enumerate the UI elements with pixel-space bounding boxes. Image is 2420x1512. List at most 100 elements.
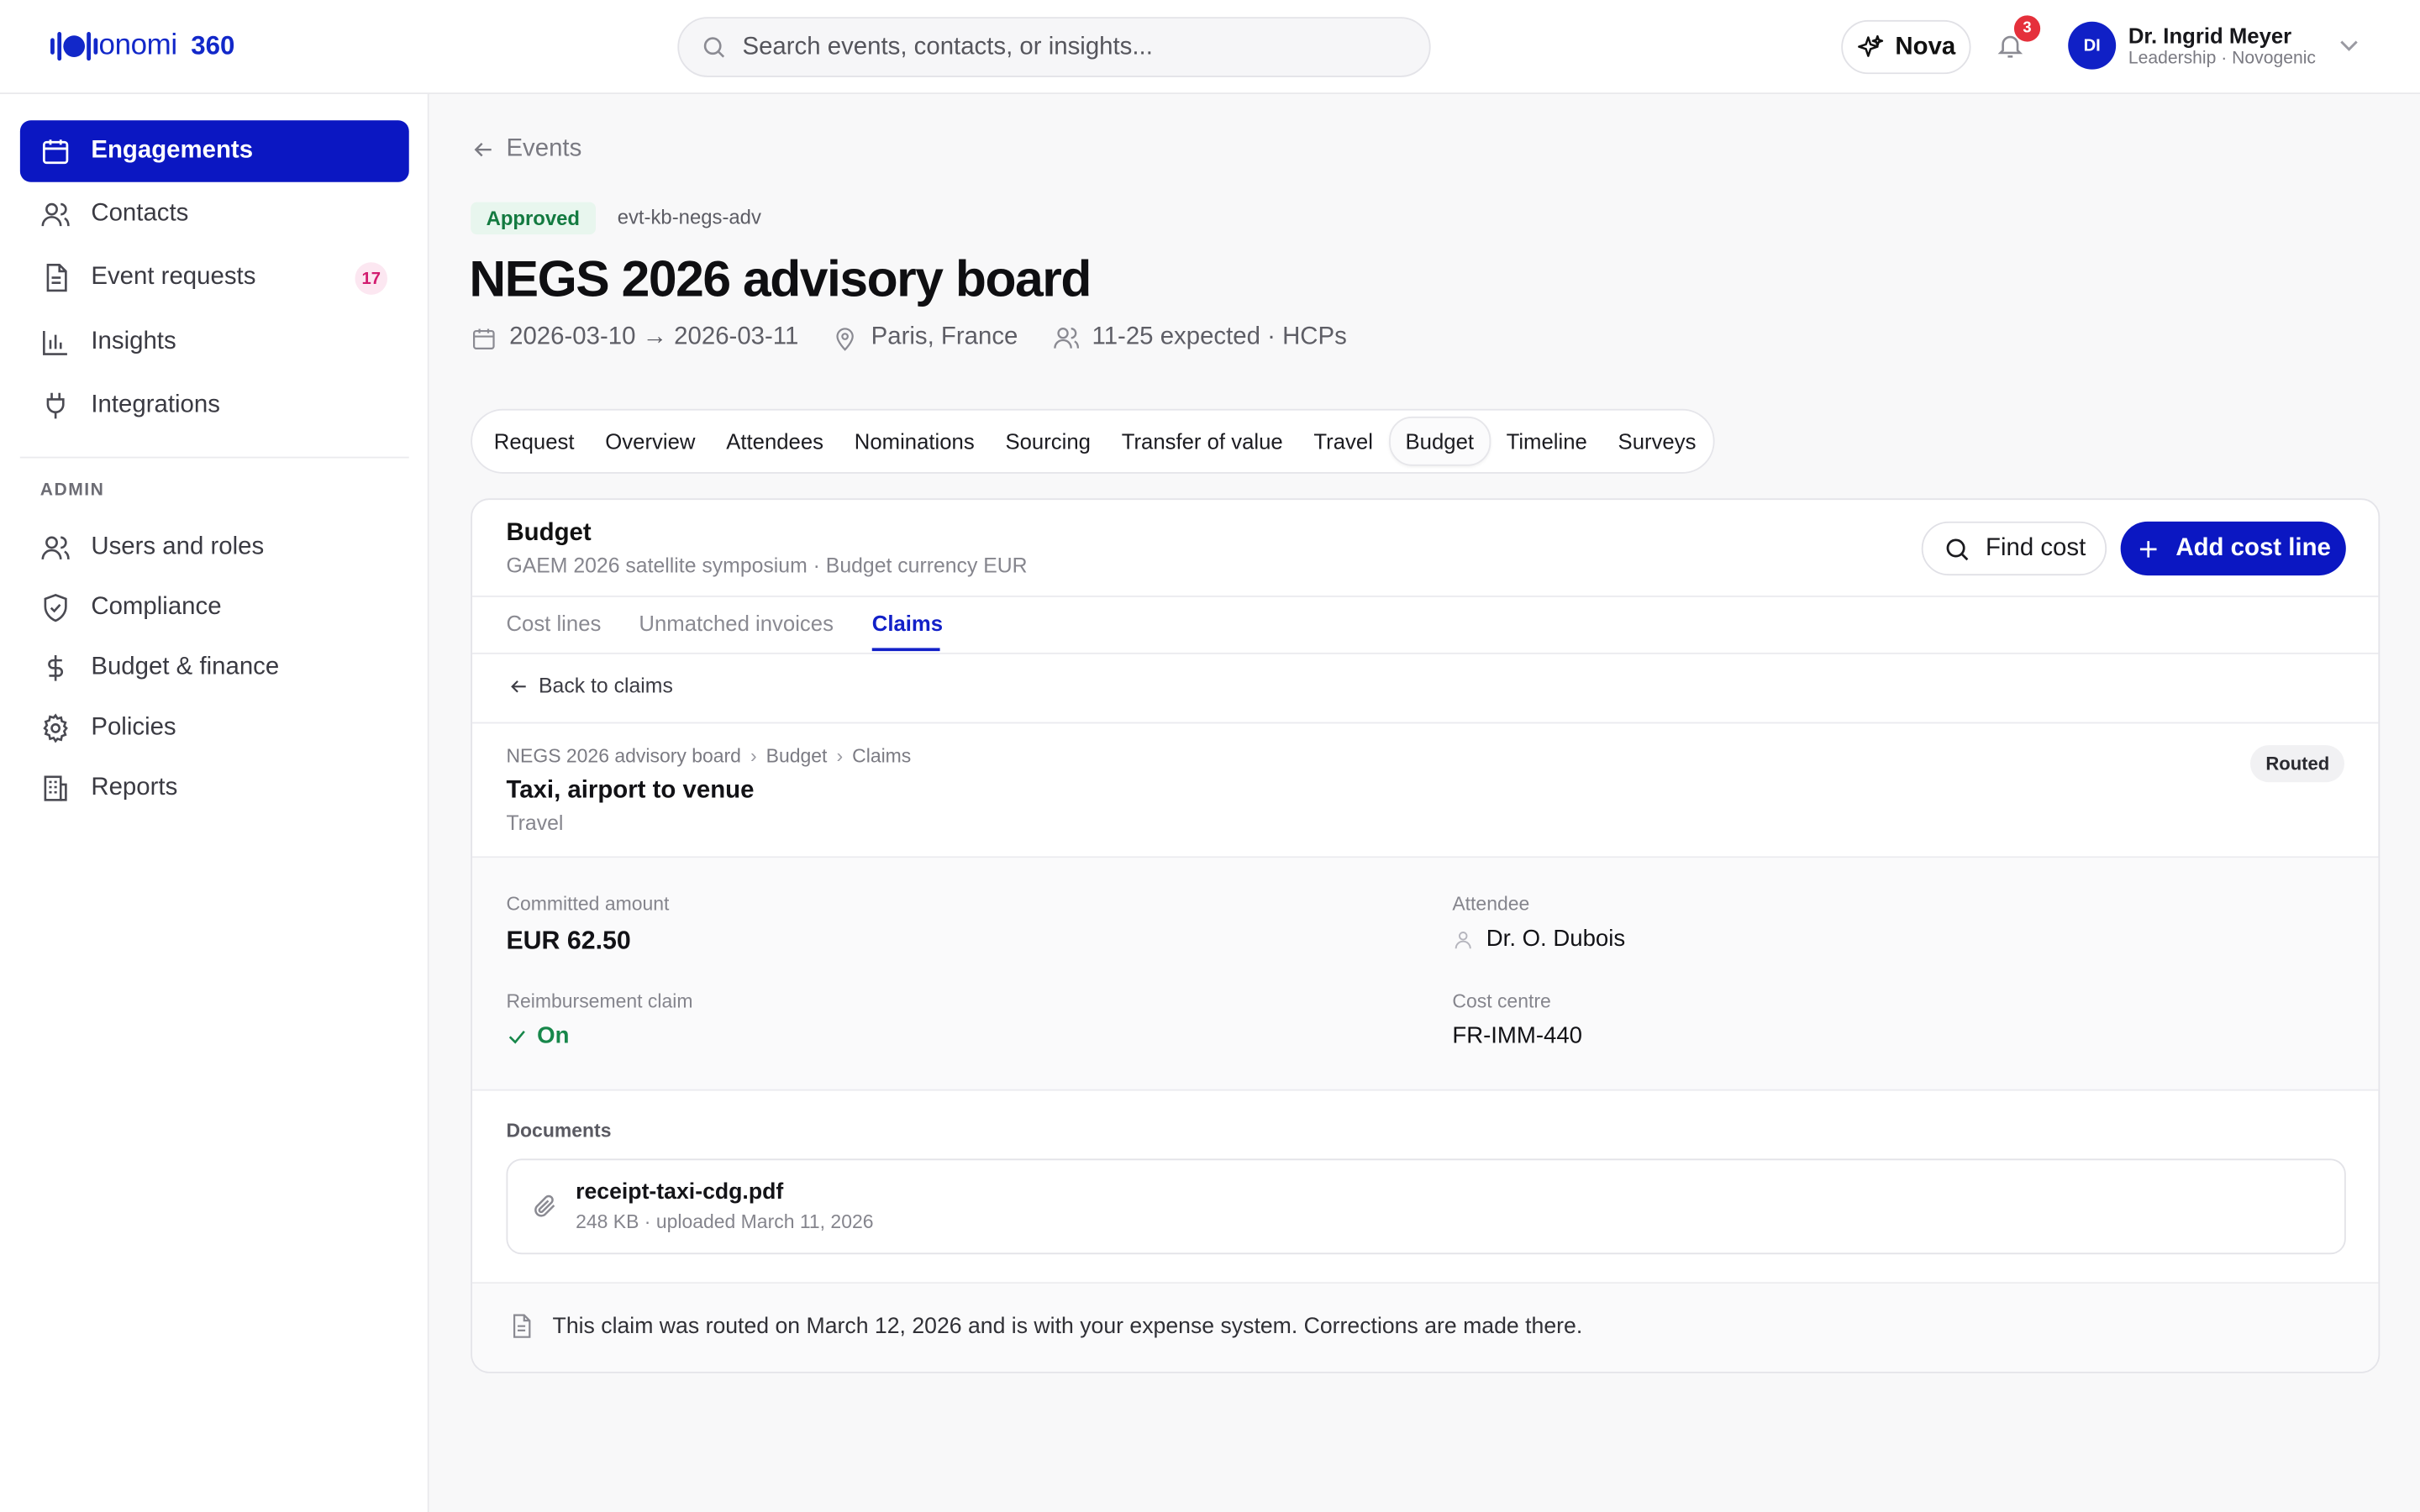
search-input[interactable] <box>742 33 1391 61</box>
notification-count-badge: 3 <box>2013 15 2041 42</box>
claim-category: Travel <box>506 811 564 835</box>
attendee-field[interactable]: Dr. O. Dubois <box>1452 926 1625 952</box>
sidebar-item-compliance[interactable]: Compliance <box>20 577 409 638</box>
documents-label: Documents <box>506 1120 612 1142</box>
breadcrumb-claims[interactable]: Claims <box>852 745 911 767</box>
add-cost-line-label: Add cost line <box>2175 534 2331 561</box>
reimbursement-claim-label: Reimbursement claim <box>506 990 693 1012</box>
logo-mark-icon <box>50 32 98 61</box>
reimbursement-claim-value: On <box>506 1023 569 1049</box>
subtab-unmatched-invoices[interactable]: Unmatched invoices <box>639 611 834 635</box>
breadcrumb-budget[interactable]: Budget <box>766 745 828 767</box>
back-to-events-link[interactable]: Events <box>471 136 581 164</box>
committed-amount-label: Committed amount <box>506 893 670 916</box>
breadcrumb: NEGS 2026 advisory board › Budget › Clai… <box>506 745 911 767</box>
chevron-right-icon: › <box>750 745 757 767</box>
search-icon <box>703 37 725 58</box>
find-cost-button[interactable]: Find cost <box>1921 521 2107 576</box>
sidebar-item-contacts[interactable]: Contacts <box>20 184 409 245</box>
event-dates: 2026-03-10 → 2026-03-11 <box>471 324 798 352</box>
event-meta: 2026-03-10 → 2026-03-11 Paris, France 11… <box>471 324 1381 352</box>
chevron-down-icon <box>2340 40 2358 51</box>
document-icon <box>46 264 67 292</box>
user-role: Leadership · Novogenic <box>2128 49 2316 68</box>
user-menu-chevron[interactable] <box>2338 37 2360 55</box>
tab-nominations[interactable]: Nominations <box>839 418 990 465</box>
breadcrumb-event[interactable]: NEGS 2026 advisory board <box>506 745 740 767</box>
tab-sourcing[interactable]: Sourcing <box>990 418 1106 465</box>
sidebar-item-users-and-roles[interactable]: Users and roles <box>20 517 409 578</box>
event-tabs: Request Overview Attendees Nominations S… <box>471 408 1715 474</box>
subtab-cost-lines[interactable]: Cost lines <box>506 611 601 635</box>
app-logo[interactable]: onomi 360 <box>50 26 235 66</box>
page-title: NEGS 2026 advisory board <box>469 249 1092 307</box>
tab-budget[interactable]: Budget <box>1388 416 1491 466</box>
active-subtab-indicator <box>871 648 940 652</box>
tab-overview[interactable]: Overview <box>590 418 711 465</box>
subtab-claims[interactable]: Claims <box>872 611 943 635</box>
sidebar-item-label: Budget & finance <box>91 654 280 680</box>
tab-timeline[interactable]: Timeline <box>1491 418 1602 465</box>
sparkle-icon <box>1857 34 1884 56</box>
plus-icon <box>2139 540 2157 557</box>
event-code: evt-kb-negs-adv <box>617 205 761 228</box>
event-requests-count-badge: 17 <box>355 262 388 295</box>
tab-travel[interactable]: Travel <box>1298 418 1388 465</box>
sidebar-item-reports[interactable]: Reports <box>20 758 409 819</box>
nova-button[interactable]: Nova <box>1841 19 1971 75</box>
event-attendance-text: 11-25 expected · HCPs <box>1092 323 1347 350</box>
tab-request[interactable]: Request <box>478 418 590 465</box>
bar-chart-icon <box>43 330 67 355</box>
budget-subtitle: GAEM 2026 satellite symposium · Budget c… <box>506 554 1028 577</box>
event-location: Paris, France <box>833 324 1018 352</box>
tab-attendees[interactable]: Attendees <box>711 418 839 465</box>
budget-card: Budget GAEM 2026 satellite symposium · B… <box>471 498 2381 1373</box>
sidebar-item-policies[interactable]: Policies <box>20 697 409 759</box>
sidebar-item-budget-finance[interactable]: Budget & finance <box>20 638 409 699</box>
attendee-value: Dr. O. Dubois <box>1486 926 1626 953</box>
sidebar-item-integrations[interactable]: Integrations <box>20 375 409 436</box>
sidebar-item-label: Policies <box>91 714 176 741</box>
document-meta: 248 KB · uploaded March 11, 2026 <box>576 1210 874 1233</box>
event-attendance: 11-25 expected · HCPs <box>1052 324 1347 352</box>
arrow-left-icon <box>474 142 492 157</box>
sidebar-item-label: Engagements <box>91 137 254 164</box>
building-icon <box>44 775 67 801</box>
claim-status-badge: Routed <box>2249 745 2345 783</box>
routing-note-text: This claim was routed on March 12, 2026 … <box>552 1313 1583 1339</box>
sidebar-item-insights[interactable]: Insights <box>20 312 409 373</box>
sidebar-item-label: Contacts <box>91 200 189 227</box>
global-search[interactable] <box>677 17 1431 77</box>
attendee-label: Attendee <box>1452 893 1530 916</box>
nova-label: Nova <box>1895 33 1956 60</box>
avatar[interactable]: DI <box>2068 21 2117 70</box>
sidebar-item-event-requests[interactable]: Event requests 17 <box>20 247 409 308</box>
sidebar-item-engagements[interactable]: Engagements <box>19 120 409 182</box>
document-item[interactable]: receipt-taxi-cdg.pdf 248 KB · uploaded M… <box>506 1158 2346 1255</box>
gear-icon <box>43 713 68 743</box>
tab-transfer-of-value[interactable]: Transfer of value <box>1106 418 1298 465</box>
back-to-events-label: Events <box>506 135 582 162</box>
map-pin-icon <box>837 327 855 350</box>
tab-surveys[interactable]: Surveys <box>1602 418 1712 465</box>
cost-centre-label: Cost centre <box>1452 990 1551 1012</box>
sidebar-item-label: Compliance <box>91 594 222 621</box>
add-cost-line-button[interactable]: Add cost line <box>2120 521 2346 576</box>
sidebar-item-label: Integrations <box>91 391 220 418</box>
admin-section-label: ADMIN <box>39 481 105 501</box>
document-name[interactable]: receipt-taxi-cdg.pdf <box>576 1180 783 1205</box>
users-icon <box>41 536 70 559</box>
budget-title: Budget <box>506 519 592 547</box>
reimbursement-claim-text: On <box>537 1022 570 1049</box>
check-icon <box>508 1030 525 1043</box>
user-name[interactable]: Dr. Ingrid Meyer <box>2128 24 2291 48</box>
top-bar: onomi 360 Nova 3 DI Dr. Ingrid Meyer Lea… <box>0 0 2420 95</box>
user-icon <box>1455 931 1471 948</box>
search-icon <box>1945 538 1968 560</box>
back-to-claims-label: Back to claims <box>539 674 673 698</box>
logo-suffix: 360 <box>191 30 235 60</box>
plug-icon <box>46 392 65 419</box>
sidebar-item-label: Insights <box>91 328 176 355</box>
users-icon <box>1053 328 1079 349</box>
back-to-claims-link[interactable]: Back to claims <box>508 674 673 698</box>
